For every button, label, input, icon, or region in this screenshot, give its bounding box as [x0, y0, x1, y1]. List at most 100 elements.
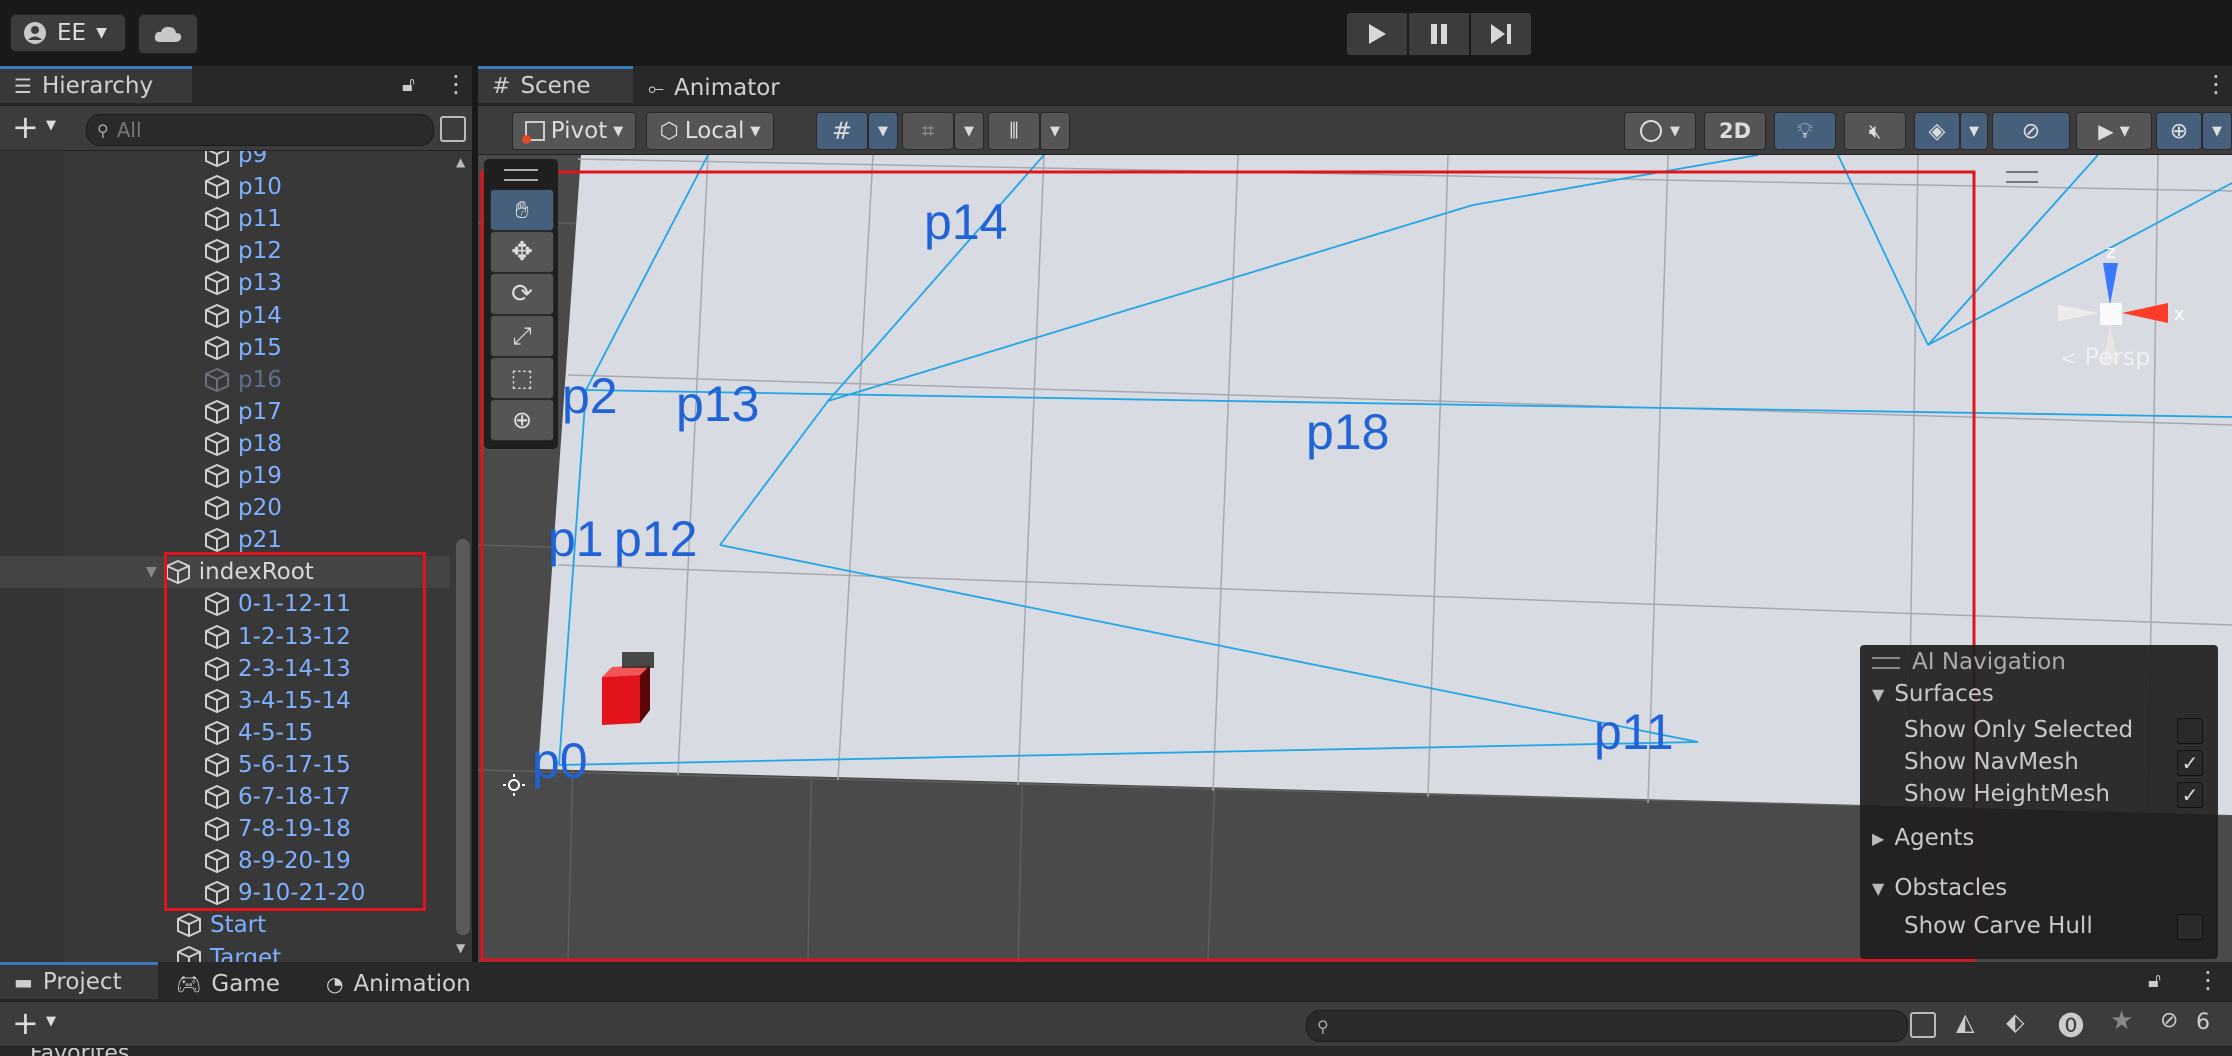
lock-icon[interactable]: 🔓︎ — [402, 72, 415, 96]
lock-icon[interactable]: 🔓︎ — [2148, 968, 2161, 992]
2d-toggle[interactable]: 2D — [1704, 112, 1766, 150]
hierarchy-row-indexroot[interactable]: ▼ indexRoot — [0, 556, 450, 589]
hierarchy-row[interactable]: p20 — [0, 492, 450, 524]
hierarchy-row[interactable]: p11 — [0, 203, 450, 235]
more-menu-icon[interactable]: ⋮ — [2204, 70, 2228, 98]
rect-tool[interactable]: ⬚ — [490, 357, 554, 399]
gizmos-dropdown[interactable]: ▼ — [2202, 112, 2232, 150]
shading-mode-dropdown[interactable]: ▼ — [1624, 112, 1696, 150]
pause-button[interactable] — [1408, 12, 1470, 56]
effects-dropdown[interactable]: ▼ — [1960, 112, 1988, 150]
filter-type-icon[interactable]: ◭ — [1956, 1008, 1974, 1036]
surfaces-foldout[interactable]: ▼ Surfaces — [1872, 681, 1994, 707]
hierarchy-row[interactable]: 0-1-12-11 — [0, 588, 450, 620]
hierarchy-row[interactable]: 6-7-18-17 — [0, 781, 450, 813]
ruler-button[interactable]: ⦀ — [988, 112, 1040, 150]
overlay-menu-icon[interactable] — [2006, 171, 2038, 183]
scroll-down-icon[interactable]: ▼ — [456, 941, 465, 955]
hierarchy-row[interactable]: Target — [0, 942, 450, 962]
label-icon[interactable]: ⬖ — [2006, 1008, 2024, 1036]
more-menu-icon[interactable]: ⋮ — [444, 70, 468, 98]
effects-toggle[interactable]: ◈ — [1914, 112, 1960, 150]
palette-drag-handle[interactable] — [504, 169, 538, 181]
grid-snap-button[interactable]: # — [816, 112, 868, 150]
agents-foldout[interactable]: ▶ Agents — [1872, 825, 1974, 851]
obstacles-foldout[interactable]: ▼ Obstacles — [1872, 875, 2007, 901]
chevron-down-icon[interactable]: ▼ — [46, 1014, 56, 1029]
move-tool[interactable]: ✥ — [490, 231, 554, 273]
gizmos-toggle[interactable]: ⊕ — [2156, 112, 2202, 150]
account-dropdown[interactable]: EE ▼ — [10, 14, 126, 52]
hierarchy-row[interactable]: p9 — [0, 151, 450, 171]
hierarchy-row[interactable]: 1-2-13-12 — [0, 621, 450, 653]
increment-snap-dropdown[interactable]: ▼ — [954, 112, 984, 150]
scale-tool[interactable]: ⤢ — [490, 315, 554, 357]
play-button[interactable] — [1346, 12, 1408, 56]
hierarchy-row[interactable]: 5-6-17-15 — [0, 749, 450, 781]
hierarchy-row[interactable]: p12 — [0, 235, 450, 267]
persp-label[interactable]: < Persp — [2060, 343, 2150, 371]
grid-dropdown[interactable]: ▼ — [868, 112, 898, 150]
tab-animator[interactable]: ⟜ Animator — [648, 69, 780, 106]
hierarchy-row[interactable]: Start — [0, 909, 450, 941]
hierarchy-search-input[interactable]: ⚲ All — [86, 114, 434, 146]
add-icon[interactable]: + — [12, 1004, 39, 1042]
hierarchy-row[interactable]: p14 — [0, 300, 450, 332]
tab-hierarchy[interactable]: ☰ Hierarchy — [0, 66, 192, 103]
chevron-down-icon[interactable]: ▼ — [46, 118, 56, 133]
hierarchy-row[interactable]: p15 — [0, 332, 450, 364]
hierarchy-scrollbar[interactable]: ▲ ▼ — [452, 151, 472, 962]
hierarchy-row[interactable]: p21 — [0, 524, 450, 556]
gizmo-icon: ⊕ — [2169, 118, 2189, 144]
show-carve-hull-checkbox[interactable] — [2177, 914, 2203, 940]
scroll-up-icon[interactable]: ▲ — [456, 155, 465, 169]
search-by-type-button[interactable] — [1910, 1012, 1936, 1038]
transform-tool[interactable]: ⊕ — [490, 399, 554, 441]
hierarchy-row[interactable]: p19 — [0, 460, 450, 492]
tab-animation[interactable]: ◔ Animation — [326, 965, 471, 1002]
rotate-tool[interactable]: ⟳ — [490, 273, 554, 315]
hierarchy-row[interactable]: p10 — [0, 171, 450, 203]
hierarchy-row[interactable]: p13 — [0, 267, 450, 299]
scrollbar-thumb[interactable] — [456, 539, 470, 935]
show-navmesh-checkbox[interactable]: ✓ — [2177, 750, 2203, 776]
hierarchy-row[interactable]: p16 — [0, 364, 450, 396]
increment-snap-button[interactable]: ⌗ — [902, 112, 954, 150]
camera-dropdown[interactable]: ▶ ▼ — [2076, 112, 2152, 150]
hierarchy-row[interactable]: 2-3-14-13 — [0, 653, 450, 685]
ruler-dropdown[interactable]: ▼ — [1040, 112, 1070, 150]
cloud-button[interactable] — [138, 14, 198, 54]
tab-scene[interactable]: # Scene — [478, 66, 633, 103]
add-icon[interactable]: + — [12, 108, 39, 146]
scene-visibility-toggle[interactable]: ⊘ — [1992, 112, 2070, 150]
show-heightmesh-checkbox[interactable]: ✓ — [2177, 782, 2203, 808]
hierarchy-row[interactable]: 3-4-15-14 — [0, 685, 450, 717]
audio-toggle[interactable]: 🔇︎ — [1844, 112, 1906, 150]
hand-tool[interactable]: ✋︎ — [490, 189, 554, 231]
foldout-expanded-icon[interactable]: ▼ — [146, 564, 157, 580]
hierarchy-row[interactable]: 9-10-21-20 — [0, 877, 450, 909]
hierarchy-row[interactable]: 4-5-15 — [0, 717, 450, 749]
hierarchy-row[interactable]: 8-9-20-19 — [0, 845, 450, 877]
tab-project[interactable]: ▬ Project — [0, 962, 158, 999]
star-icon[interactable]: ★ — [2110, 1006, 2133, 1036]
pivot-dropdown[interactable]: Pivot ▼ — [512, 112, 636, 150]
overlay-drag-handle[interactable] — [1872, 657, 1900, 669]
hidden-packages-icon[interactable]: ⊘ — [2160, 1008, 2178, 1033]
hierarchy-item-label: p9 — [238, 151, 268, 168]
more-menu-icon[interactable]: ⋮ — [2196, 966, 2220, 994]
hierarchy-row[interactable]: p17 — [0, 396, 450, 428]
favorites-row[interactable]: Favorites — [30, 1048, 129, 1056]
hierarchy-search-placeholder: All — [116, 118, 142, 142]
scene-visibility-button[interactable] — [440, 116, 466, 142]
show-only-selected-checkbox[interactable] — [2177, 718, 2203, 744]
project-search-input[interactable]: ⚲ — [1306, 1010, 1908, 1042]
warning-icon[interactable]: ⓿ — [2058, 1006, 2084, 1043]
hierarchy-row[interactable]: 7-8-19-18 — [0, 813, 450, 845]
local-dropdown[interactable]: ⬡ Local ▼ — [646, 112, 774, 150]
lighting-toggle[interactable]: 💡︎ — [1774, 112, 1836, 150]
step-button[interactable] — [1470, 12, 1532, 56]
tab-game[interactable]: 🎮︎ Game — [176, 965, 280, 1002]
sun-icon[interactable] — [503, 774, 525, 796]
hierarchy-row[interactable]: p18 — [0, 428, 450, 460]
